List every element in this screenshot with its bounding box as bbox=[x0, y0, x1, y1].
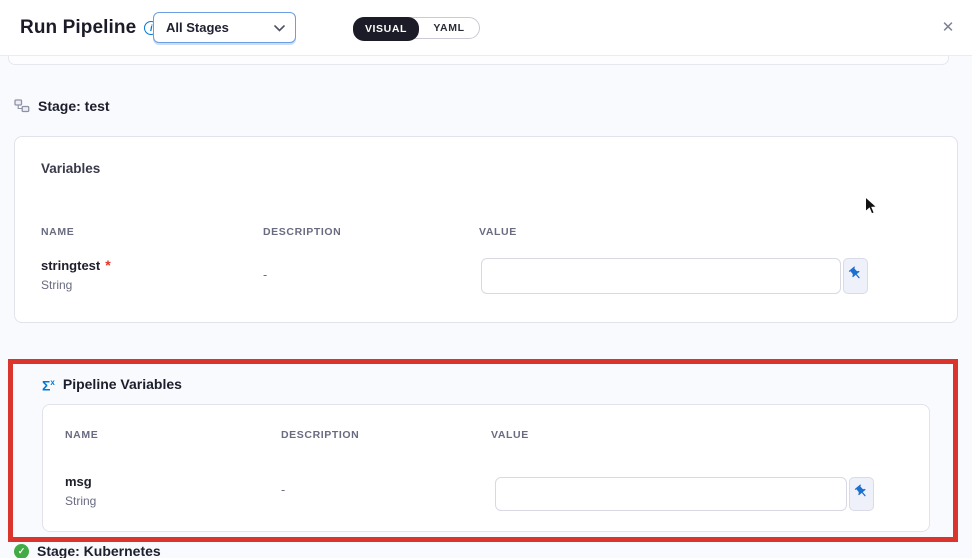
value-input-group bbox=[495, 477, 874, 511]
sigma-variables-icon: Σx bbox=[42, 376, 55, 393]
column-header-description: DESCRIPTION bbox=[263, 226, 341, 238]
close-icon[interactable]: ✕ bbox=[939, 19, 957, 37]
visual-yaml-toggle: VISUAL YAML bbox=[353, 17, 480, 39]
scrolled-card-edge bbox=[8, 56, 949, 65]
stage-selector-dropdown[interactable]: All Stages bbox=[153, 12, 296, 43]
stringtest-value-input[interactable] bbox=[481, 258, 841, 294]
chevron-down-icon bbox=[274, 19, 285, 37]
column-header-description: DESCRIPTION bbox=[281, 429, 359, 441]
tab-visual[interactable]: VISUAL bbox=[353, 17, 419, 41]
column-header-value: VALUE bbox=[479, 226, 517, 238]
stage-test-header: Stage: test bbox=[14, 98, 110, 114]
required-asterisk: * bbox=[105, 257, 110, 273]
variables-card: Variables NAME DESCRIPTION VALUE stringt… bbox=[14, 136, 958, 323]
stage-kubernetes-title: Stage: Kubernetes bbox=[37, 543, 161, 558]
page-title: Run Pipeline bbox=[20, 17, 136, 39]
pin-toggle-button[interactable] bbox=[849, 477, 874, 511]
dialog-header: Run Pipeline i All Stages VISUAL YAML ✕ bbox=[0, 0, 972, 56]
column-header-value: VALUE bbox=[491, 429, 529, 441]
pipeline-variables-header: Σx Pipeline Variables bbox=[42, 376, 182, 393]
stage-kubernetes-header: ✓ Stage: Kubernetes bbox=[14, 543, 161, 558]
pipeline-variables-title: Pipeline Variables bbox=[63, 376, 182, 392]
pin-icon bbox=[848, 266, 863, 286]
pin-icon bbox=[854, 484, 869, 504]
pipeline-variables-card: NAME DESCRIPTION VALUE msg String - bbox=[42, 404, 930, 532]
variable-type: String bbox=[65, 494, 96, 508]
variable-description: - bbox=[281, 483, 285, 497]
variable-description: - bbox=[263, 268, 267, 282]
msg-value-input[interactable] bbox=[495, 477, 847, 511]
run-pipeline-dialog: Run Pipeline i All Stages VISUAL YAML ✕ … bbox=[0, 0, 972, 558]
stage-test-title: Stage: test bbox=[38, 98, 110, 114]
table-row: stringtest * String bbox=[41, 257, 111, 292]
success-check-icon: ✓ bbox=[14, 544, 29, 558]
column-header-name: NAME bbox=[41, 226, 74, 238]
variables-card-title: Variables bbox=[41, 161, 100, 176]
stage-selector-value: All Stages bbox=[166, 20, 229, 35]
tab-yaml[interactable]: YAML bbox=[419, 18, 479, 38]
variable-name: stringtest bbox=[41, 258, 100, 273]
pin-toggle-button[interactable] bbox=[843, 258, 868, 294]
table-row: msg String bbox=[65, 473, 96, 508]
column-header-name: NAME bbox=[65, 429, 98, 441]
stage-icon bbox=[14, 98, 30, 114]
variable-name: msg bbox=[65, 474, 92, 489]
value-input-group bbox=[481, 258, 868, 294]
variable-type: String bbox=[41, 278, 111, 292]
